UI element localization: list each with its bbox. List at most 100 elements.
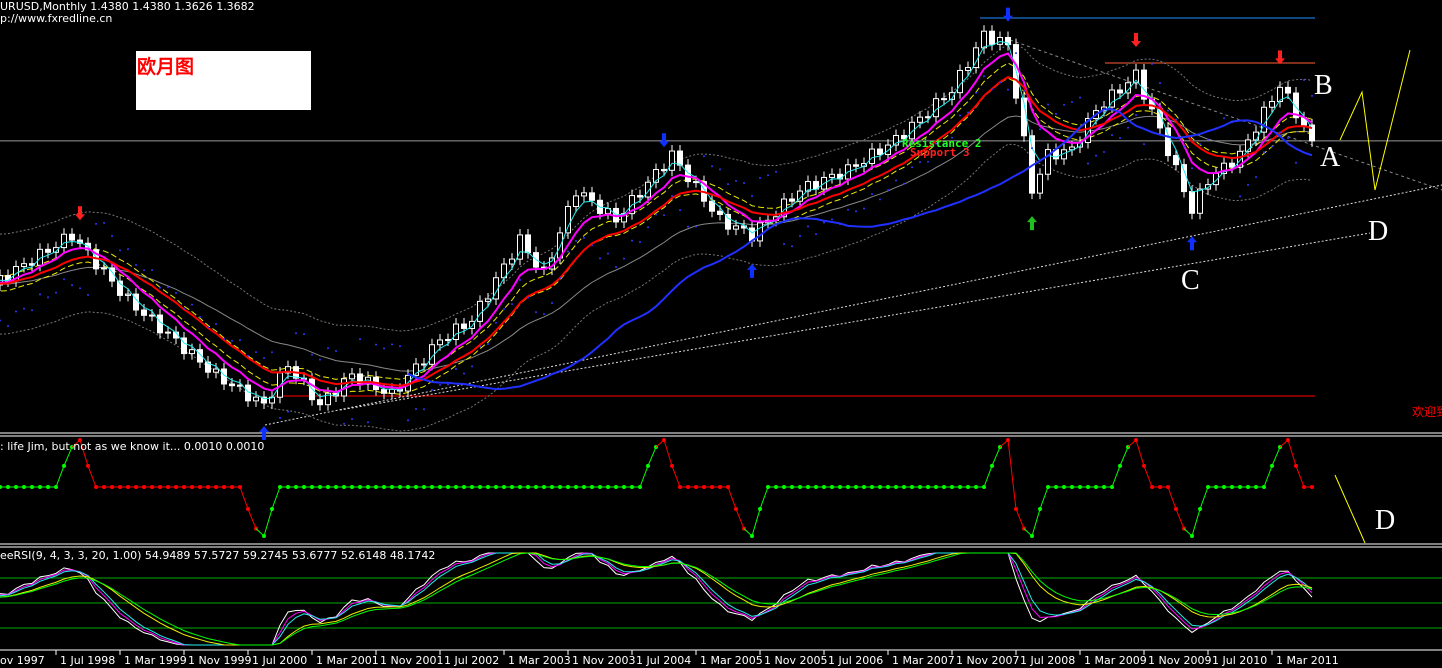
parabolic-sar-dot xyxy=(103,221,105,224)
parabolic-sar-dot xyxy=(1279,131,1281,134)
parabolic-sar-dot xyxy=(1007,88,1009,91)
signal-line-segment xyxy=(1039,486,1049,510)
time-axis-label: 1 Nov 2001 xyxy=(380,654,444,667)
candle-body xyxy=(1117,89,1123,94)
candle-body xyxy=(957,69,963,94)
signal-line-segment xyxy=(87,465,97,488)
candle-body xyxy=(589,192,595,201)
indicator1-label: : life Jim, but not as we know it... 0.0… xyxy=(0,440,265,453)
parabolic-sar-dot xyxy=(639,241,641,244)
parabolic-sar-dot xyxy=(343,422,345,425)
candle-body xyxy=(677,150,683,166)
parabolic-sar-dot xyxy=(7,324,9,327)
signal-line-segment xyxy=(1191,508,1201,537)
parabolic-sar-dot xyxy=(623,257,625,260)
signal-line-segment xyxy=(671,465,681,488)
wave-label-a: A xyxy=(1320,142,1341,173)
parabolic-sar-dot xyxy=(1271,145,1273,148)
parabolic-sar-dot xyxy=(159,286,161,289)
signal-line-segment xyxy=(1135,439,1145,466)
candle-body xyxy=(381,389,387,394)
parabolic-sar-dot xyxy=(663,214,665,217)
parabolic-sar-dot xyxy=(999,81,1001,84)
parabolic-sar-dot xyxy=(151,269,153,272)
parabolic-sar-dot xyxy=(1175,118,1177,121)
candle-body xyxy=(245,384,251,402)
parabolic-sar-dot xyxy=(975,91,977,94)
parabolic-sar-dot xyxy=(751,194,753,197)
parabolic-sar-dot xyxy=(447,383,449,386)
candle-body xyxy=(709,200,715,212)
signal-line-segment xyxy=(751,508,761,537)
parabolic-sar-dot xyxy=(455,368,457,371)
signal-line-segment xyxy=(247,508,257,529)
parabolic-sar-dot xyxy=(687,225,689,228)
signal-line-segment xyxy=(991,446,1001,467)
parabolic-sar-dot xyxy=(855,210,857,213)
parabolic-sar-dot xyxy=(823,221,825,224)
candle-body xyxy=(45,248,51,253)
candle-body xyxy=(733,225,739,230)
rsi-line xyxy=(0,552,1313,646)
parabolic-sar-dot xyxy=(791,245,793,248)
candle-body xyxy=(1285,86,1291,94)
candle-body xyxy=(141,309,147,316)
time-axis-label: 1 Nov 2007 xyxy=(956,654,1020,667)
signal-line-segment xyxy=(1199,486,1209,510)
parabolic-sar-dot xyxy=(1199,143,1201,146)
parabolic-sar-dot xyxy=(143,269,145,272)
parabolic-sar-dot xyxy=(527,296,529,299)
parabolic-sar-dot xyxy=(63,278,65,281)
signal-line-segment xyxy=(1031,508,1041,537)
candle-body xyxy=(965,67,971,71)
signal-line-segment xyxy=(727,486,737,510)
parabolic-sar-dot xyxy=(1071,101,1073,104)
candle-body xyxy=(461,323,467,329)
signal-line-segment xyxy=(663,439,673,466)
ma-long-grey xyxy=(0,115,1313,372)
sell-arrow-icon xyxy=(1131,33,1141,48)
parabolic-sar-dot xyxy=(223,337,225,340)
candle-body xyxy=(789,198,795,202)
wave-label-d-indicator: D xyxy=(1375,505,1396,536)
buy-arrow-icon xyxy=(747,263,757,278)
candle-body xyxy=(933,98,939,118)
sell-arrow-icon xyxy=(659,133,669,148)
time-axis-label: 1 Jul 2000 xyxy=(252,654,308,667)
signal-line-segment xyxy=(759,486,769,510)
parabolic-sar-dot xyxy=(1215,127,1217,130)
parabolic-sar-dot xyxy=(351,417,353,420)
sell-arrow-icon xyxy=(1003,7,1013,22)
parabolic-sar-dot xyxy=(47,296,49,299)
parabolic-sar-dot xyxy=(1247,183,1249,186)
parabolic-sar-dot xyxy=(119,249,121,252)
parabolic-sar-dot xyxy=(247,354,249,357)
parabolic-sar-dot xyxy=(1023,89,1025,92)
candle-body xyxy=(165,331,171,334)
trendline-upper xyxy=(264,184,1442,426)
parabolic-sar-dot xyxy=(607,252,609,255)
candle-body xyxy=(1229,162,1235,168)
wave-label-c: C xyxy=(1181,265,1200,296)
parabolic-sar-dot xyxy=(1223,117,1225,120)
parabolic-sar-dot xyxy=(1239,195,1241,198)
candle-body xyxy=(565,206,571,234)
parabolic-sar-dot xyxy=(743,182,745,185)
parabolic-sar-dot xyxy=(655,213,657,216)
parabolic-sar-dot xyxy=(231,339,233,342)
parabolic-sar-dot xyxy=(583,236,585,239)
parabolic-sar-dot xyxy=(15,310,17,313)
candle-body xyxy=(1253,131,1259,141)
candle-body xyxy=(317,399,323,406)
candle-body xyxy=(389,388,395,394)
parabolic-sar-dot xyxy=(255,351,257,354)
buy-arrow-icon xyxy=(1187,236,1197,251)
parabolic-sar-dot xyxy=(847,208,849,211)
wave-projection-zigzag xyxy=(1339,49,1411,191)
title-box: 欧月图 xyxy=(136,51,311,110)
parabolic-sar-dot xyxy=(1295,161,1297,164)
parabolic-sar-dot xyxy=(887,189,889,192)
candle-body xyxy=(453,323,459,340)
parabolic-sar-dot xyxy=(407,419,409,422)
candle-body xyxy=(213,368,219,373)
